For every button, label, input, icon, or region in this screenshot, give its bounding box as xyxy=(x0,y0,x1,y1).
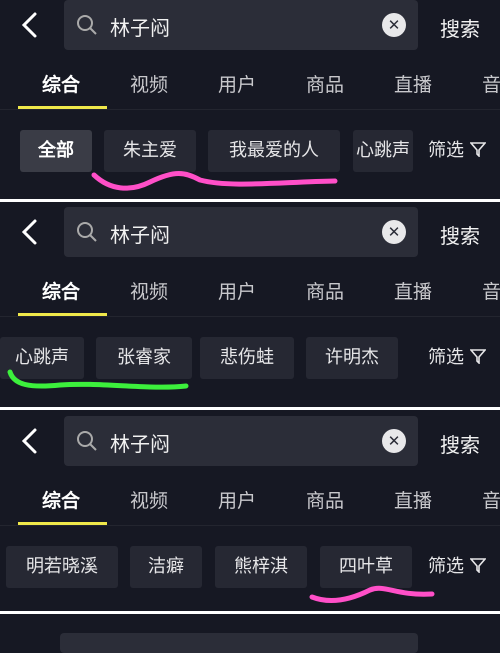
tab-1[interactable]: 视频 xyxy=(130,486,168,513)
chip[interactable]: 我最爱的人 xyxy=(208,130,340,172)
tab-0[interactable]: 综合 xyxy=(42,486,80,513)
back-arrow-icon xyxy=(21,12,37,38)
filter-button[interactable]: 筛选 xyxy=(428,130,500,172)
filter-button[interactable]: 筛选 xyxy=(428,546,500,588)
chip[interactable]: 心跳声 xyxy=(353,130,413,172)
chip[interactable]: 朱主爱 xyxy=(104,130,196,172)
tab-5[interactable]: 音 xyxy=(482,70,500,97)
search-button[interactable]: 搜索 xyxy=(440,13,480,42)
separator xyxy=(0,407,500,410)
chip[interactable]: 洁癖 xyxy=(130,546,202,588)
tab-bar: 综合 视频 用户 商品 直播 音 xyxy=(0,70,500,110)
filter-chips: 明若晓溪 洁癖 熊梓淇 四叶草 筛选 xyxy=(0,546,500,588)
tab-3[interactable]: 商品 xyxy=(306,277,344,304)
search-input[interactable]: 林子闷 ✕ xyxy=(64,207,418,257)
search-button[interactable]: 搜索 xyxy=(440,429,480,458)
filter-chips: 全部 朱主爱 我最爱的人 心跳声 筛选 xyxy=(0,130,500,172)
tab-bar: 综合 视频 用户 商品 直播 音 xyxy=(0,486,500,526)
tab-2[interactable]: 用户 xyxy=(218,70,256,97)
tab-3[interactable]: 商品 xyxy=(306,70,344,97)
search-query: 林子闷 xyxy=(110,223,170,247)
search-button[interactable]: 搜索 xyxy=(440,220,480,249)
search-icon xyxy=(77,431,97,451)
back-arrow-icon xyxy=(21,428,37,454)
chip[interactable]: 许明杰 xyxy=(306,337,398,379)
search-query: 林子闷 xyxy=(110,16,170,40)
back-arrow-icon xyxy=(21,219,37,245)
tab-2[interactable]: 用户 xyxy=(218,277,256,304)
search-icon xyxy=(77,222,97,242)
chip[interactable]: 全部 xyxy=(20,130,92,172)
back-button[interactable] xyxy=(18,10,42,40)
chip[interactable]: 张睿家 xyxy=(96,337,192,379)
tab-1[interactable]: 视频 xyxy=(130,70,168,97)
active-tab-underline xyxy=(18,522,107,525)
separator xyxy=(0,199,500,202)
clear-icon[interactable]: ✕ xyxy=(382,220,406,244)
filter-button[interactable]: 筛选 xyxy=(428,337,500,379)
active-tab-underline xyxy=(18,106,107,109)
chip[interactable]: 心跳声 xyxy=(0,337,84,379)
clear-icon[interactable]: ✕ xyxy=(382,429,406,453)
tab-1[interactable]: 视频 xyxy=(130,277,168,304)
filter-funnel-icon xyxy=(468,142,487,158)
search-panel-2: 林子闷 ✕ 搜索 综合 视频 用户 商品 直播 音 心跳声 张睿家 悲伤蛙 许明杰 筛选 xyxy=(0,207,500,407)
back-button[interactable] xyxy=(18,426,42,456)
filter-funnel-icon xyxy=(468,349,487,365)
partial-next-search-box xyxy=(60,633,418,653)
back-button[interactable] xyxy=(18,217,42,247)
tab-4[interactable]: 直播 xyxy=(394,277,432,304)
chip[interactable]: 熊梓淇 xyxy=(215,546,307,588)
tab-4[interactable]: 直播 xyxy=(394,70,432,97)
tab-3[interactable]: 商品 xyxy=(306,486,344,513)
search-input[interactable]: 林子闷 ✕ xyxy=(64,416,418,466)
search-input[interactable]: 林子闷 ✕ xyxy=(64,0,418,50)
active-tab-underline xyxy=(18,313,107,316)
clear-icon[interactable]: ✕ xyxy=(382,13,406,37)
search-panel-1: 林子闷 ✕ 搜索 综合 视频 用户 商品 直播 音 全部 朱主爱 我最爱的人 心跳声 筛选 xyxy=(0,0,500,200)
search-panel-3: 林子闷 ✕ 搜索 综合 视频 用户 商品 直播 音 明若晓溪 洁癖 熊梓淇 四叶草 筛选 xyxy=(0,416,500,616)
chip[interactable]: 明若晓溪 xyxy=(6,546,118,588)
filter-label: 筛选 xyxy=(428,347,464,368)
separator xyxy=(0,611,500,614)
tab-0[interactable]: 综合 xyxy=(42,70,80,97)
filter-label: 筛选 xyxy=(428,140,464,161)
filter-funnel-icon xyxy=(468,558,487,574)
search-query: 林子闷 xyxy=(110,432,170,456)
chip[interactable]: 四叶草 xyxy=(320,546,412,588)
tab-5[interactable]: 音 xyxy=(482,486,500,513)
search-icon xyxy=(77,15,97,35)
tab-bar: 综合 视频 用户 商品 直播 音 xyxy=(0,277,500,317)
tab-4[interactable]: 直播 xyxy=(394,486,432,513)
tab-0[interactable]: 综合 xyxy=(42,277,80,304)
filter-label: 筛选 xyxy=(428,556,464,577)
chip[interactable]: 悲伤蛙 xyxy=(200,337,294,379)
filter-chips: 心跳声 张睿家 悲伤蛙 许明杰 筛选 xyxy=(0,337,500,379)
tab-2[interactable]: 用户 xyxy=(218,486,256,513)
tab-5[interactable]: 音 xyxy=(482,277,500,304)
